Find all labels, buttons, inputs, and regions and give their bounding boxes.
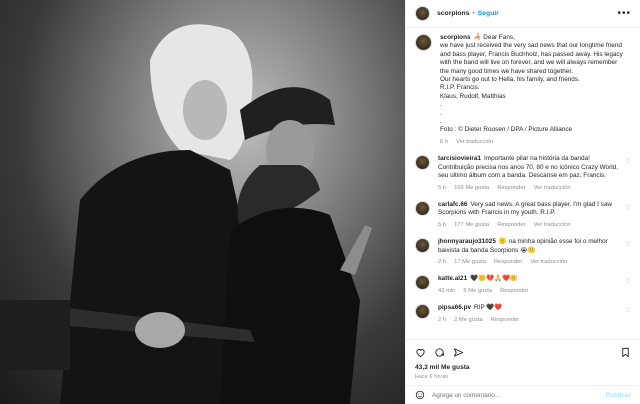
caption: scorpions 🦂 Dear Fans, we have just recei… — [415, 34, 631, 146]
caption-line: with the band will live on forever, and … — [440, 59, 618, 67]
comment-text: seu último álbum com a banda. Descanse e… — [438, 172, 607, 180]
bookmark-icon[interactable] — [620, 347, 631, 358]
post-actions: 43,3 mil Me gusta Hace 6 horas — [406, 339, 640, 385]
comment-username[interactable]: tarcisiovieira1 — [438, 155, 481, 162]
comment: pipsa66.pv RIP 🖤❤️ 2 h 2 Me gusta Respond… — [415, 304, 631, 324]
avatar[interactable] — [415, 238, 430, 254]
comment-time[interactable]: 5 h — [438, 184, 446, 192]
comment-text: Very sad news. A great bass player. I'm … — [470, 200, 613, 208]
like-comment-heart-icon[interactable]: ♡ — [626, 158, 631, 165]
comment: carlafc.66 Very sad news. A great bass pl… — [415, 200, 631, 229]
comment-icon[interactable] — [434, 347, 445, 358]
comment-time[interactable]: 5 h — [438, 221, 446, 229]
comment-time[interactable]: 2 h — [438, 258, 446, 266]
caption-meta: 6 h Ver traducción — [440, 138, 623, 146]
caption-time[interactable]: 6 h — [440, 138, 448, 146]
comment-meta: 2 h 17 Me gusta Responder Ver traducción — [438, 258, 619, 266]
post-header: scorpions • Seguir ••• — [406, 0, 640, 28]
comment-likes[interactable]: 2 Me gusta — [454, 316, 483, 324]
comment-meta: 5 h 177 Me gusta Responder Ver traducció… — [438, 221, 619, 229]
comments-scroll-area[interactable]: scorpions 🦂 Dear Fans, we have just recei… — [406, 28, 640, 339]
reply-button[interactable]: Responder — [494, 258, 522, 266]
comment-meta: 43 min 5 Me gusta Responder — [438, 287, 619, 295]
comment-input[interactable] — [432, 391, 599, 399]
comment-meta: 2 h 2 Me gusta Responder — [438, 316, 619, 324]
comment-text: Scorpions with Francis in my youth. R.I.… — [438, 209, 556, 217]
reply-button[interactable]: Responder — [491, 316, 519, 324]
author-username[interactable]: scorpions — [437, 10, 469, 17]
comment-likes[interactable]: 165 Me gusta — [454, 184, 489, 192]
publish-button[interactable]: Publicar — [606, 392, 631, 399]
reply-button[interactable]: Responder — [500, 287, 528, 295]
comment-body: tarcisiovieira1 Importante pilar na histó… — [438, 155, 631, 192]
caption-line: the many good times we have shared toget… — [440, 67, 573, 75]
post-time: Hace 6 horas — [415, 374, 449, 380]
share-icon[interactable] — [453, 347, 464, 358]
comment-username[interactable]: katte.al21 — [438, 275, 467, 282]
caption-line: . — [440, 109, 442, 117]
caption-line: R.I.P. Francis. — [440, 84, 480, 92]
avatar[interactable] — [415, 34, 432, 51]
comment-time[interactable]: 2 h — [438, 316, 446, 324]
like-comment-heart-icon[interactable]: ♡ — [626, 307, 631, 314]
instagram-post: scorpions • Seguir ••• scorpions 🦂 Dear F… — [0, 0, 640, 404]
avatar[interactable] — [415, 275, 430, 291]
avatar[interactable] — [415, 304, 430, 320]
comment-username[interactable]: jhonnyaraujo31025 — [438, 238, 496, 245]
comment-likes[interactable]: 177 Me gusta — [454, 221, 489, 229]
caption-line: Foto : © Dieter Roosen / DPA / Picture A… — [440, 126, 573, 134]
avatar[interactable] — [415, 6, 430, 21]
comment-body: pipsa66.pv RIP 🖤❤️ 2 h 2 Me gusta Respond… — [438, 304, 631, 324]
follow-button[interactable]: Seguir — [478, 10, 499, 17]
comment-meta: 5 h 165 Me gusta Responder Ver traducció… — [438, 184, 619, 192]
avatar[interactable] — [415, 200, 430, 216]
comment-text: 🖤🙁💔🙏❤️🙁 — [470, 275, 518, 283]
translate-link[interactable]: Ver traducción — [530, 258, 567, 266]
comment-username[interactable]: carlafc.66 — [438, 201, 468, 208]
add-comment-bar: Publicar — [406, 385, 640, 404]
caption-line: we have just received the very sad news … — [440, 42, 622, 50]
action-icons — [415, 346, 631, 359]
comment-body: katte.al21 🖤🙁💔🙏❤️🙁 43 min 5 Me gusta Resp… — [438, 275, 631, 295]
comment-username[interactable]: pipsa66.pv — [438, 304, 471, 311]
comment-likes[interactable]: 17 Me gusta — [454, 258, 486, 266]
comment-text: baixista da banda Scorpions 😭🙁 — [438, 246, 536, 254]
translate-link[interactable]: Ver traducción — [456, 138, 493, 146]
post-photo[interactable] — [0, 0, 405, 404]
comment-time[interactable]: 43 min — [438, 287, 455, 295]
caption-line: and bass player, Francis Buchholz, has p… — [440, 50, 623, 58]
like-comment-heart-icon[interactable]: ♡ — [626, 241, 631, 248]
comment-text: Contribuição precisa nos anos 70, 80 e n… — [438, 163, 618, 171]
comment: tarcisiovieira1 Importante pilar na histó… — [415, 155, 631, 192]
heart-icon[interactable] — [415, 347, 426, 358]
translate-link[interactable]: Ver traducción — [534, 221, 571, 229]
caption-line: Our hearts go out to Hella, his family, … — [440, 76, 580, 84]
concert-photo-illustration — [0, 24, 372, 404]
comment-body: jhonnyaraujo31025 🙁 na minha opinião esse… — [438, 238, 631, 266]
avatar[interactable] — [415, 155, 430, 171]
caption-line: 🦂 Dear Fans, — [473, 34, 515, 41]
like-comment-heart-icon[interactable]: ♡ — [626, 204, 631, 211]
caption-line: Klaus, Rudolf, Matthias — [440, 92, 506, 100]
caption-username[interactable]: scorpions — [440, 34, 471, 41]
comment-text: Importante pilar na história da banda! — [484, 155, 590, 163]
comment: jhonnyaraujo31025 🙁 na minha opinião esse… — [415, 238, 631, 266]
reply-button[interactable]: Responder — [497, 184, 525, 192]
comment-text: 🙁 na minha opinião esse foi o melhor — [498, 238, 608, 246]
comment-text: RIP 🖤❤️ — [474, 304, 503, 312]
comment: katte.al21 🖤🙁💔🙏❤️🙁 43 min 5 Me gusta Resp… — [415, 275, 631, 295]
post-side-panel: scorpions • Seguir ••• scorpions 🦂 Dear F… — [405, 0, 640, 404]
separator-dot: • — [472, 10, 475, 17]
like-comment-heart-icon[interactable]: ♡ — [626, 278, 631, 285]
reply-button[interactable]: Responder — [497, 221, 525, 229]
comment-body: carlafc.66 Very sad news. A great bass pl… — [438, 201, 631, 229]
emoji-icon[interactable] — [415, 390, 425, 400]
comment-likes[interactable]: 5 Me gusta — [463, 287, 492, 295]
likes-count[interactable]: 43,3 mil Me gusta — [415, 364, 631, 371]
more-options-icon[interactable]: ••• — [617, 8, 631, 19]
translate-link[interactable]: Ver traducción — [534, 184, 571, 192]
caption-body: scorpions 🦂 Dear Fans, we have just recei… — [440, 34, 635, 146]
caption-line: . — [440, 101, 442, 109]
